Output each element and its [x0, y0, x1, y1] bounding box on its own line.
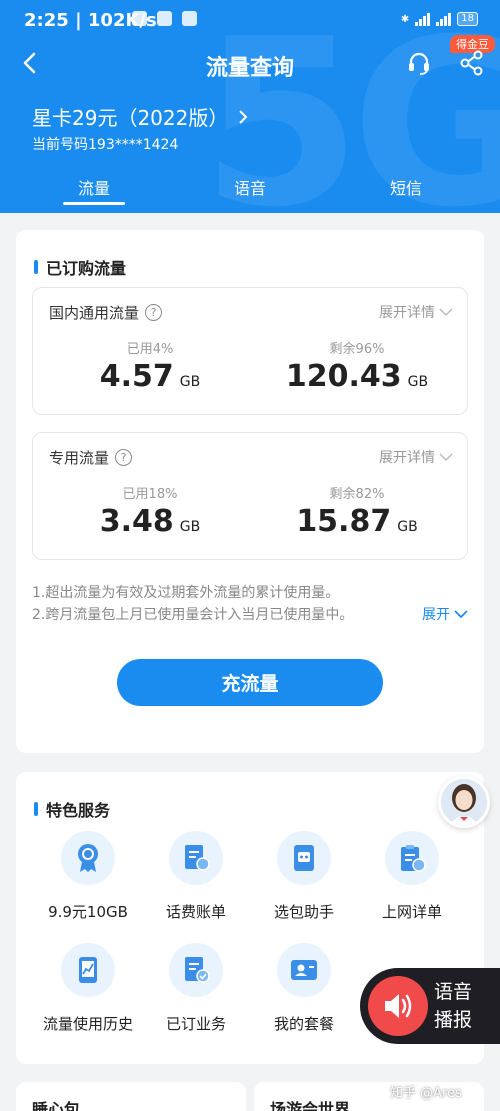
- card-title: 场游会世界: [270, 1100, 351, 1111]
- help-icon[interactable]: ?: [115, 449, 133, 466]
- expand-detail-button[interactable]: 展开详情: [379, 302, 453, 322]
- current-number: 当前号码193****1424: [32, 137, 179, 153]
- card-title: 睡心包: [32, 1100, 81, 1111]
- used-column: 已用18% 3.48 GB: [85, 483, 215, 539]
- domestic-data-box: 国内通用流量 ? 展开详情 已用4% 4.57 GB 剩余96% 120.43 GB: [32, 287, 468, 415]
- bill-icon: [169, 831, 223, 885]
- customer-service-icon[interactable]: [406, 50, 432, 76]
- section-accent-bar: [34, 260, 38, 274]
- app-notification-icon: [182, 11, 197, 26]
- expand-notes-link[interactable]: 展开: [422, 604, 468, 624]
- remaining-value: 120.43: [285, 359, 402, 394]
- service-item-bill[interactable]: 话费账单: [146, 831, 246, 922]
- unit-label: GB: [179, 519, 201, 535]
- expand-detail-button[interactable]: 展开详情: [379, 447, 453, 467]
- status-time: 2:25: [24, 10, 69, 31]
- id-card-icon: [277, 943, 331, 997]
- remaining-label: 剩余96%: [329, 342, 385, 357]
- speaker-icon: [368, 976, 428, 1036]
- service-item-subscribed-services[interactable]: 已订业务: [146, 943, 246, 1034]
- voice-label: 播报: [434, 1009, 473, 1031]
- used-value: 3.48: [99, 504, 174, 539]
- service-item-my-plan[interactable]: 我的套餐: [254, 943, 354, 1034]
- section-title: 已订购流量: [34, 255, 126, 279]
- share-icon[interactable]: [460, 50, 484, 76]
- service-item-package-assistant[interactable]: 选包助手: [254, 831, 354, 922]
- tab-bar: 流量 语音 短信: [0, 175, 500, 213]
- app-notification-icon: [132, 11, 147, 26]
- status-right-icons: ✱ 18: [401, 12, 478, 26]
- unit-label: GB: [407, 374, 429, 390]
- note-line: 1.超出流量为有效及过期套外流量的累计使用量。: [32, 585, 340, 601]
- tab-sms[interactable]: 短信: [366, 175, 446, 199]
- box-title: 专用流量: [49, 449, 110, 467]
- used-column: 已用4% 4.57 GB: [85, 338, 215, 394]
- chevron-down-icon: [454, 610, 468, 619]
- chart-phone-icon: [61, 943, 115, 997]
- plan-name: 星卡29元（2022版）: [32, 106, 229, 130]
- clipboard-icon: [385, 831, 439, 885]
- checked-doc-icon: [169, 943, 223, 997]
- notes: 1.超出流量为有效及过期套外流量的累计使用量。 2.跨月流量包上月已使用量会计入…: [32, 582, 353, 626]
- service-label: 流量使用历史: [42, 1015, 133, 1033]
- remaining-column: 剩余82% 15.87 GB: [277, 483, 437, 539]
- service-label: 我的套餐: [273, 1015, 334, 1033]
- bottom-card-left[interactable]: 睡心包: [16, 1082, 246, 1111]
- recharge-data-button[interactable]: 充流量: [117, 659, 383, 706]
- service-item-9-9-10gb[interactable]: 9.9元10GB: [38, 831, 138, 922]
- chevron-down-icon: [439, 308, 453, 317]
- remaining-label: 剩余82%: [329, 487, 385, 502]
- plan-selector[interactable]: 星卡29元（2022版）: [32, 102, 248, 131]
- voice-broadcast-button[interactable]: 语音 播报: [360, 968, 500, 1044]
- service-label: 话费账单: [165, 903, 226, 921]
- service-label: 选包助手: [273, 903, 334, 921]
- unit-label: GB: [179, 374, 201, 390]
- tab-data[interactable]: 流量: [54, 175, 134, 199]
- header: 5G 2:25 | 102K/s ✱ 18 流量查询 得金豆 星卡29元（202…: [0, 0, 500, 213]
- voice-label: 语音: [434, 981, 473, 1003]
- service-label: 已订业务: [165, 1015, 226, 1033]
- subscribed-data-card: 已订购流量 国内通用流量 ? 展开详情 已用4% 4.57 GB 剩余96% 12…: [16, 230, 484, 753]
- box-title: 国内通用流量: [49, 304, 140, 322]
- assistant-avatar[interactable]: [438, 776, 490, 828]
- used-label: 已用4%: [126, 342, 174, 357]
- special-data-box: 专用流量 ? 展开详情 已用18% 3.48 GB 剩余82% 15.87 GB: [32, 432, 468, 560]
- bluetooth-icon: ✱: [400, 13, 410, 25]
- unit-label: GB: [397, 519, 418, 535]
- chevron-down-icon: [439, 453, 453, 462]
- badge-icon: [61, 831, 115, 885]
- section-title: 特色服务: [34, 797, 110, 821]
- section-accent-bar: [34, 802, 38, 816]
- active-tab-indicator: [63, 202, 125, 205]
- tab-voice[interactable]: 语音: [210, 175, 290, 199]
- signal-icon: [436, 12, 452, 26]
- service-item-usage-detail[interactable]: 上网详单: [362, 831, 462, 922]
- used-label: 已用18%: [122, 487, 178, 502]
- robot-icon: [277, 831, 331, 885]
- remaining-value: 15.87: [296, 504, 392, 539]
- app-notification-icon: [157, 11, 172, 26]
- help-icon[interactable]: ?: [145, 304, 163, 321]
- signal-icon: [415, 12, 431, 26]
- battery-icon: 18: [457, 12, 478, 26]
- service-item-usage-history[interactable]: 流量使用历史: [38, 943, 138, 1034]
- used-value: 4.57: [99, 359, 174, 394]
- notification-icons: [132, 11, 197, 26]
- service-label: 上网详单: [381, 903, 442, 921]
- remaining-column: 剩余96% 120.43 GB: [277, 338, 437, 394]
- watermark: 知乎 @Ares: [390, 1086, 462, 1101]
- chevron-right-icon: [239, 109, 248, 124]
- status-bar: 2:25 | 102K/s ✱ 18: [0, 0, 500, 40]
- service-label: 9.9元10GB: [48, 903, 128, 921]
- note-line: 2.跨月流量包上月已使用量会计入当月已使用量中。: [32, 607, 354, 623]
